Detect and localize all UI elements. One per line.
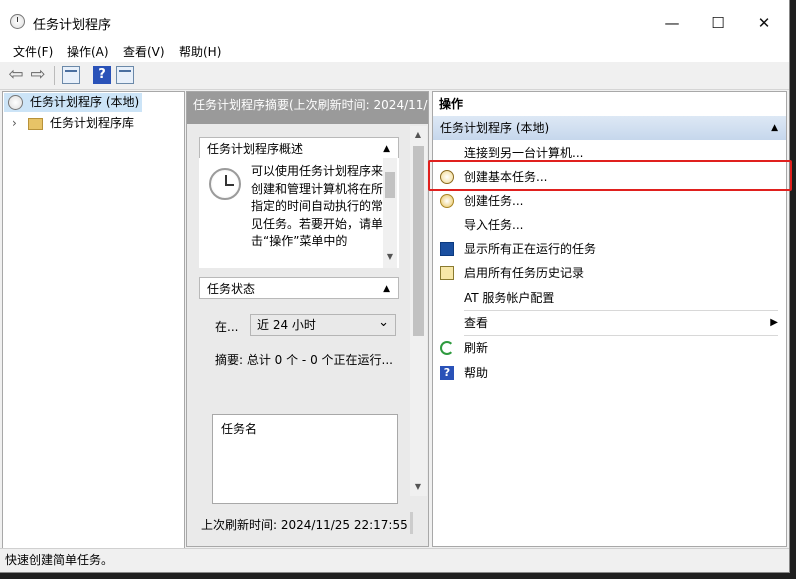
task-list[interactable]: 任务名 xyxy=(212,414,398,504)
action-label: 创建任务... xyxy=(464,194,524,208)
menu-file[interactable]: 文件(F) xyxy=(13,43,53,60)
section-title: 任务计划程序概述 xyxy=(207,142,304,156)
task-scheduler-icon xyxy=(10,14,25,29)
history-log-icon xyxy=(440,266,454,280)
collapse-icon[interactable]: ▲ xyxy=(383,278,390,300)
menu-action[interactable]: 操作(A) xyxy=(67,43,109,60)
maximize-button[interactable]: ☐ xyxy=(698,8,738,38)
running-tasks-icon xyxy=(440,242,454,256)
group-label: 任务计划程序 (本地) xyxy=(440,121,550,135)
action-create-task[interactable]: 创建任务... xyxy=(433,189,786,213)
chevron-down-icon: ⌄ xyxy=(378,315,389,330)
action-label: 导入任务... xyxy=(464,218,524,232)
status-bar: 快速创建简单任务。 xyxy=(0,548,789,572)
overview-content: 可以使用任务计划程序来创建和管理计算机将在所指定的时间自动执行的常见任务。若要开… xyxy=(199,158,399,268)
scroll-up-icon[interactable]: ▲ xyxy=(412,130,424,139)
tree-item-label: 任务计划程序 (本地) xyxy=(30,95,140,109)
clock-icon xyxy=(209,168,241,200)
close-button[interactable]: ✕ xyxy=(744,8,784,38)
action-view[interactable]: 查看 ▶ xyxy=(433,311,786,335)
task-icon xyxy=(440,194,454,208)
clock-icon xyxy=(8,95,23,110)
section-title: 任务状态 xyxy=(207,282,256,296)
task-name-column-header[interactable]: 任务名 xyxy=(221,420,257,437)
tree-item-task-scheduler-local[interactable]: 任务计划程序 (本地) xyxy=(4,93,142,112)
overview-section-header[interactable]: 任务计划程序概述 ▲ xyxy=(199,137,399,159)
help-icon: ? xyxy=(440,366,454,380)
show-hide-action-pane-icon[interactable] xyxy=(116,66,134,84)
scroll-down-icon[interactable]: ▼ xyxy=(412,482,424,491)
action-label: 帮助 xyxy=(464,366,489,380)
overview-scrollbar[interactable]: ▼ xyxy=(383,158,397,268)
help-icon[interactable]: ? xyxy=(93,66,111,84)
task-scheduler-window: 任务计划程序 — ☐ ✕ 文件(F) 操作(A) 查看(V) 帮助(H) ⇦ ⇨… xyxy=(0,0,790,573)
minimize-button[interactable]: — xyxy=(652,8,692,38)
task-summary-text: 摘要: 总计 0 个 - 0 个正在运行... xyxy=(215,353,393,367)
task-status-section-header[interactable]: 任务状态 ▲ xyxy=(199,277,399,299)
action-enable-history[interactable]: 启用所有任务历史记录 xyxy=(433,261,786,285)
window-title: 任务计划程序 xyxy=(33,18,112,33)
action-help[interactable]: ? 帮助 xyxy=(433,361,786,385)
menu-bar: 文件(F) 操作(A) 查看(V) 帮助(H) xyxy=(0,40,789,62)
action-label: 刷新 xyxy=(464,341,489,355)
forward-arrow-icon[interactable]: ⇨ xyxy=(29,66,47,84)
collapse-icon[interactable]: ▲ xyxy=(383,138,390,160)
actions-group-header[interactable]: 任务计划程序 (本地) ▲ xyxy=(433,116,786,140)
action-import-task[interactable]: 导入任务... xyxy=(433,213,786,237)
refresh-icon xyxy=(440,341,454,355)
show-hide-console-tree-icon[interactable] xyxy=(62,66,80,84)
title-bar: 任务计划程序 — ☐ ✕ xyxy=(0,0,789,44)
scroll-down-icon[interactable]: ▼ xyxy=(384,252,396,261)
period-value: 近 24 小时 xyxy=(257,318,316,332)
last-refresh-text: 上次刷新时间: 2024/11/25 22:17:55 xyxy=(201,518,408,532)
submenu-arrow-icon: ▶ xyxy=(770,317,778,328)
collapse-icon[interactable]: ▲ xyxy=(771,116,778,140)
action-refresh[interactable]: 刷新 xyxy=(433,336,786,360)
tree-item-label: 任务计划程序库 xyxy=(50,116,135,130)
action-at-service-config[interactable]: AT 服务帐户配置 xyxy=(433,286,786,310)
action-label: AT 服务帐户配置 xyxy=(464,291,555,305)
action-label: 显示所有正在运行的任务 xyxy=(464,242,597,256)
period-select[interactable]: 近 24 小时 ⌄ xyxy=(250,314,396,336)
toolbar: ⇦ ⇨ ? xyxy=(0,62,789,90)
scroll-thumb[interactable] xyxy=(413,146,424,336)
back-arrow-icon[interactable]: ⇦ xyxy=(7,66,25,84)
toolbar-separator xyxy=(54,66,55,85)
tree-item-task-scheduler-library[interactable]: › 任务计划程序库 xyxy=(4,114,174,133)
scroll-thumb[interactable] xyxy=(385,172,395,198)
overview-text: 可以使用任务计划程序来创建和管理计算机将在所指定的时间自动执行的常见任务。若要开… xyxy=(251,164,384,248)
expand-chevron-icon[interactable]: › xyxy=(12,114,17,133)
action-show-running-tasks[interactable]: 显示所有正在运行的任务 xyxy=(433,237,786,261)
summary-header: 任务计划程序摘要(上次刷新时间: 2024/11/ xyxy=(187,92,428,124)
summary-scrollbar[interactable]: ▲ ▼ xyxy=(410,126,427,496)
menu-view[interactable]: 查看(V) xyxy=(123,43,165,60)
menu-help[interactable]: 帮助(H) xyxy=(179,43,221,60)
red-highlight-box xyxy=(428,160,792,191)
actions-title: 操作 xyxy=(433,92,786,117)
in-label: 在... xyxy=(215,320,239,334)
folder-icon xyxy=(28,118,43,130)
console-tree: 任务计划程序 (本地) › 任务计划程序库 xyxy=(2,91,185,549)
summary-pane: 任务计划程序摘要(上次刷新时间: 2024/11/ 任务计划程序概述 ▲ 可以使… xyxy=(186,91,429,547)
refresh-divider xyxy=(410,512,413,534)
action-label: 启用所有任务历史记录 xyxy=(464,266,585,280)
action-label: 查看 xyxy=(464,316,489,330)
